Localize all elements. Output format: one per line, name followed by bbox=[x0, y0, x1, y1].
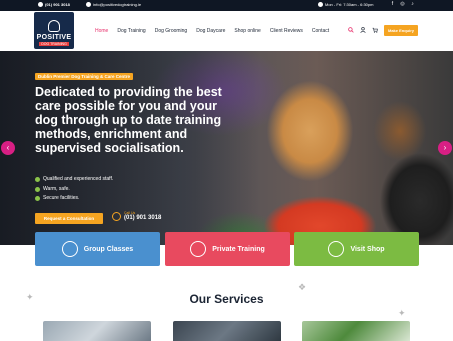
topbar-hours: Mon - Fri: 7:30am - 6:30pm bbox=[318, 2, 373, 7]
group-classes-label: Group Classes bbox=[83, 245, 134, 253]
nav-contact[interactable]: Contact bbox=[312, 28, 329, 34]
handshake-icon bbox=[190, 241, 207, 257]
social-links: f ◎ ♪ bbox=[390, 2, 415, 7]
private-training-label: Private Training bbox=[212, 245, 265, 253]
topbar-hours-text: Mon - Fri: 7:30am - 6:30pm bbox=[325, 2, 374, 7]
make-enquiry-button[interactable]: Make Enquiry bbox=[384, 25, 418, 36]
logo-line1: POSITIVE bbox=[36, 34, 72, 41]
hero-bullets: Qualified and experienced staff. Warm, s… bbox=[35, 175, 113, 204]
hero-bullet: Warm, safe. bbox=[35, 185, 113, 195]
check-icon bbox=[35, 186, 40, 192]
instagram-icon[interactable]: ◎ bbox=[400, 2, 405, 7]
check-icon bbox=[35, 196, 40, 202]
logo-line2: DOG TRAINING bbox=[39, 42, 69, 46]
mail-icon bbox=[86, 2, 91, 7]
cart-icon[interactable] bbox=[372, 27, 378, 33]
nav-dog-daycare[interactable]: Dog Daycare bbox=[196, 28, 225, 34]
hero-headline: Dedicated to providing the best care pos… bbox=[35, 85, 222, 155]
site-header: POSITIVE DOG TRAINING Home Dog Training … bbox=[0, 11, 453, 51]
call-us[interactable]: Call Us (01) 901 3018 bbox=[112, 211, 161, 221]
topbar-email-text: info@positivedogtraining.ie bbox=[93, 2, 142, 7]
slider-prev-icon[interactable]: ‹ bbox=[1, 141, 15, 155]
clock-icon bbox=[318, 2, 323, 7]
services-title: Our Services bbox=[189, 292, 264, 306]
check-icon bbox=[35, 177, 40, 183]
bone-icon: ✦ bbox=[398, 308, 406, 318]
facebook-icon[interactable]: f bbox=[390, 2, 395, 7]
search-icon[interactable] bbox=[348, 27, 354, 33]
visit-shop-card[interactable]: Visit Shop bbox=[294, 232, 419, 266]
phone-icon bbox=[38, 2, 43, 7]
hero-banner: Dublin Premier Dog Training & Care Centr… bbox=[0, 51, 453, 245]
tiktok-icon[interactable]: ♪ bbox=[410, 2, 415, 7]
feature-cards: Group Classes Private Training Visit Sho… bbox=[0, 232, 453, 266]
hero-bullet: Qualified and experienced staff. bbox=[35, 175, 113, 185]
site-logo[interactable]: POSITIVE DOG TRAINING bbox=[34, 12, 74, 49]
topbar-phone[interactable]: (01) 901 3018 bbox=[38, 2, 70, 7]
nav-shop-online[interactable]: Shop online bbox=[234, 28, 260, 34]
phone-icon bbox=[112, 211, 121, 221]
top-bar: (01) 901 3018 info@positivedogtraining.i… bbox=[0, 0, 453, 11]
dog-group-icon bbox=[61, 241, 78, 257]
topbar-email[interactable]: info@positivedogtraining.ie bbox=[86, 2, 141, 7]
hero-bullet-text: Qualified and experienced staff. bbox=[43, 176, 114, 182]
request-consultation-button[interactable]: Request a Consultation bbox=[35, 213, 103, 224]
hero-bullet-text: Warm, safe. bbox=[43, 185, 70, 192]
service-image[interactable] bbox=[173, 321, 281, 341]
nav-dog-training[interactable]: Dog Training bbox=[117, 28, 145, 34]
nav-dog-grooming[interactable]: Dog Grooming bbox=[155, 28, 188, 34]
services-gallery bbox=[0, 321, 453, 341]
hero-tagline: Dublin Premier Dog Training & Care Centr… bbox=[35, 73, 134, 80]
group-classes-card[interactable]: Group Classes bbox=[35, 232, 160, 266]
private-training-card[interactable]: Private Training bbox=[165, 232, 290, 266]
slider-next-icon[interactable]: › bbox=[438, 141, 452, 155]
dog-logo-icon bbox=[48, 20, 60, 32]
service-image[interactable] bbox=[43, 321, 151, 341]
topbar-phone-text: (01) 901 3018 bbox=[45, 2, 70, 7]
nav-home[interactable]: Home bbox=[95, 28, 108, 34]
call-us-number: (01) 901 3018 bbox=[124, 215, 162, 221]
hero-bullet-text: Secure facilities. bbox=[43, 195, 80, 201]
visit-shop-label: Visit Shop bbox=[350, 245, 385, 253]
hero-bullet: Secure facilities. bbox=[35, 194, 113, 204]
header-icons bbox=[348, 27, 378, 33]
service-image[interactable] bbox=[302, 321, 410, 341]
paw-icon: ❖ bbox=[298, 282, 307, 292]
call-us-text: Call Us (01) 901 3018 bbox=[124, 211, 161, 221]
nav-client-reviews[interactable]: Client Reviews bbox=[270, 28, 303, 34]
shop-icon bbox=[328, 241, 345, 257]
main-nav: Home Dog Training Dog Grooming Dog Dayca… bbox=[95, 28, 338, 34]
user-icon[interactable] bbox=[360, 27, 366, 33]
page: (01) 901 3018 info@positivedogtraining.i… bbox=[0, 0, 453, 341]
